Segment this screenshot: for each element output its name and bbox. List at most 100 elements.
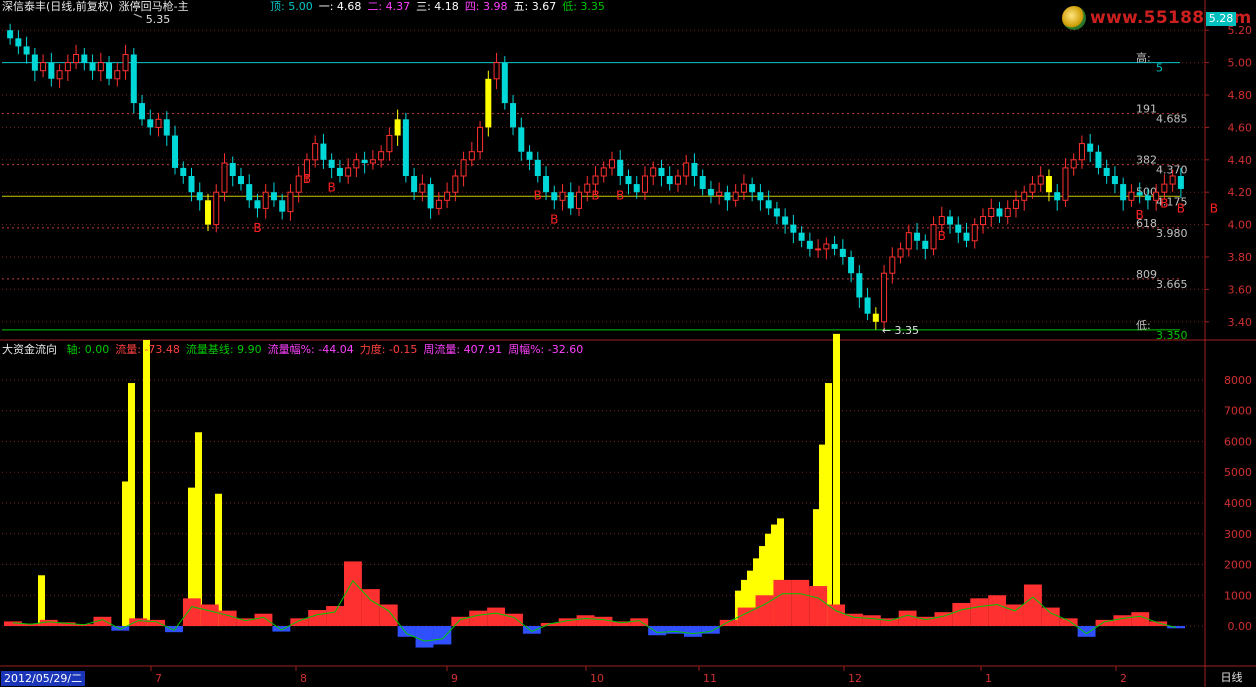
- stock-title[interactable]: 深信泰丰(日线,前复权): [2, 0, 113, 13]
- candle-body: [353, 159, 360, 169]
- candle-body: [336, 167, 343, 176]
- flow-tick-label: 8000: [1224, 374, 1252, 387]
- flow-bar-positive: [200, 604, 219, 627]
- candle-body: [419, 183, 426, 193]
- candle-body: [435, 199, 442, 209]
- current-price-tag: 5.28: [1206, 12, 1236, 26]
- buy-signal-label: B: [1160, 197, 1168, 211]
- flow-bar-positive: [218, 610, 237, 627]
- candle-body: [1021, 191, 1028, 201]
- candle-body: [1012, 199, 1019, 209]
- candle-body: [1087, 143, 1094, 152]
- candle-body: [782, 216, 789, 225]
- flow-bar-positive: [952, 602, 971, 627]
- candle-body: [1161, 183, 1168, 193]
- month-label: 8: [300, 672, 307, 685]
- fib-value-label: 3.980: [1156, 227, 1188, 240]
- candle-body: [658, 167, 665, 176]
- buy-signal-label: B: [938, 229, 946, 243]
- candle-body: [369, 159, 376, 164]
- level-readout-5: 五: 3.67: [513, 0, 557, 13]
- flow-bar-positive: [487, 607, 506, 627]
- buy-signal-label: B: [1136, 208, 1144, 222]
- price-tick-label: 4.20: [1228, 186, 1253, 199]
- candle-body: [427, 184, 434, 209]
- candle-body: [790, 224, 797, 233]
- candle-body: [287, 191, 294, 213]
- candle-body: [608, 159, 615, 169]
- flow-readout-0: 轴: 0.00: [66, 343, 110, 356]
- candle-body: [567, 192, 574, 209]
- candle-body: [559, 191, 566, 201]
- flow-bar-positive: [361, 589, 380, 627]
- candle-body: [765, 200, 772, 209]
- candle-body: [7, 30, 14, 39]
- candle-body: [930, 224, 937, 250]
- candle-body: [881, 272, 888, 323]
- candle-body: [40, 62, 47, 72]
- candle-body: [1120, 184, 1127, 201]
- fib-value-label: 4.685: [1156, 113, 1188, 126]
- candle-body: [707, 188, 714, 196]
- flow-tick-label: 2000: [1224, 559, 1252, 572]
- candle-body: [971, 224, 978, 242]
- month-label: 9: [451, 672, 458, 685]
- flow-bar-positive: [1149, 621, 1168, 627]
- period-button[interactable]: 日线: [1209, 669, 1254, 686]
- flow-bar-negative: [683, 626, 702, 637]
- candle-body: [172, 135, 179, 168]
- flow-bar-positive: [576, 615, 595, 627]
- candle-body: [872, 313, 879, 322]
- indicator-name[interactable]: 涨停回马枪-主: [119, 0, 189, 13]
- flow-tick-label: 6000: [1224, 435, 1252, 448]
- candle-body: [279, 200, 286, 212]
- candle-body: [204, 200, 211, 225]
- inflow-bar: [122, 481, 129, 627]
- candle-body: [1153, 191, 1160, 201]
- candle-body: [526, 151, 533, 160]
- flow-bar-positive: [773, 579, 792, 627]
- candle-body: [864, 297, 871, 314]
- peak-price-label: 5.35: [146, 13, 171, 26]
- fib-value-label: 5: [1156, 62, 1163, 75]
- flow-bar-positive: [809, 586, 828, 627]
- flow-bar-positive: [254, 613, 273, 627]
- candle-body: [237, 176, 244, 185]
- fib-name-label: 191: [1136, 103, 1157, 116]
- flow-panel-title[interactable]: 大资金流向: [2, 343, 57, 356]
- buy-signal-label: B: [328, 180, 336, 194]
- month-label: 10: [590, 672, 604, 685]
- candle-body: [510, 103, 517, 128]
- flow-bar-positive: [970, 598, 989, 627]
- candle-body: [518, 127, 525, 152]
- candle-body: [147, 119, 154, 128]
- candle-body: [56, 70, 63, 80]
- buy-signal-label: B: [253, 221, 261, 235]
- candle-body: [262, 191, 269, 209]
- candle-body: [1054, 192, 1061, 201]
- fib-name-label: 低:: [1136, 319, 1151, 332]
- candle-body: [955, 224, 962, 233]
- level-readouts: 顶: 5.00 一: 4.68 二: 4.37 三: 4.18 四: 3.98 五: 3.…: [270, 0, 611, 14]
- flow-bar-positive: [182, 598, 201, 627]
- candle-body: [15, 38, 22, 47]
- candle-body: [947, 216, 954, 225]
- price-tick-label: 4.40: [1228, 154, 1253, 167]
- candle-body: [922, 240, 929, 249]
- candle-body: [683, 162, 690, 177]
- candle-body: [155, 118, 162, 128]
- flow-bar-positive: [1131, 612, 1150, 627]
- candle-body: [897, 248, 904, 258]
- flow-bar-positive: [129, 618, 148, 627]
- candle-body: [31, 54, 38, 71]
- candle-body: [988, 207, 995, 217]
- flow-bar-positive: [1023, 584, 1042, 627]
- candle-body: [48, 62, 55, 79]
- candle-body: [1004, 207, 1011, 217]
- flow-bar-negative: [522, 626, 541, 634]
- current-date-label: 2012/05/29/二: [1, 671, 86, 686]
- candle-body: [1095, 151, 1102, 168]
- candle-body: [1078, 143, 1085, 161]
- flow-bar-positive: [326, 606, 344, 627]
- buy-signal-label: B: [591, 188, 599, 202]
